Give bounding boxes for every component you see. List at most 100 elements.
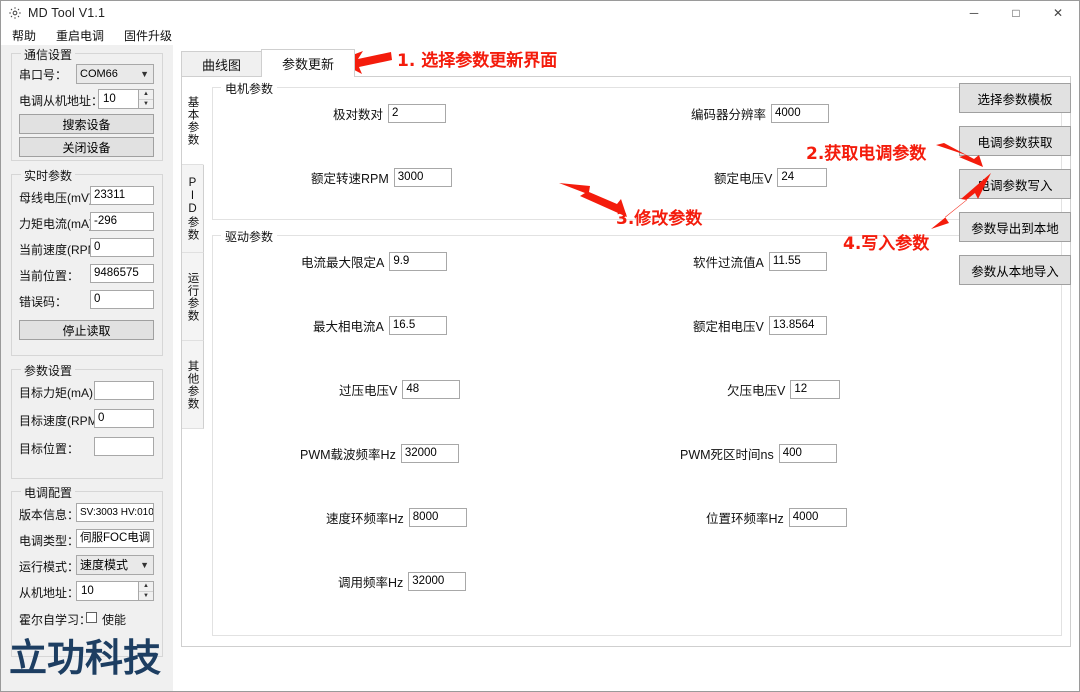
undervoltage-label: 欠压电压V <box>727 384 786 398</box>
rated-voltage-input[interactable]: 24 <box>777 168 828 187</box>
encoder-resolution-field: 编码器分辨率 4000 <box>691 104 830 123</box>
param-settings-group: 参数设置 目标力矩(mA)： 目标速度(RPM)： 0 目标位置： <box>11 362 163 479</box>
pwm-carrier-freq-input[interactable]: 32000 <box>400 444 459 463</box>
target-position-input[interactable] <box>94 437 154 456</box>
esc-address-stepper[interactable]: 10 ▲ ▼ <box>98 89 154 109</box>
title-bar: MD Tool V1.1 ─ □ ✕ <box>1 1 1079 25</box>
tab-curve-chart[interactable]: 曲线图 <box>181 51 263 77</box>
menu-item-help[interactable]: 帮助 <box>10 26 38 45</box>
motor-params-legend: 电机参数 <box>221 80 278 97</box>
esc-address-stepper-buttons[interactable]: ▲ ▼ <box>138 90 153 108</box>
current-max-limit-input[interactable]: 9.9 <box>389 252 448 271</box>
import-params-button[interactable]: 参数从本地导入 <box>959 255 1071 285</box>
max-phase-current-field: 最大相电流A 16.5 <box>313 316 447 335</box>
left-sidebar: 通信设置 串口号： COM66 ▼ 电调从机地址： 10 ▲ ▼ 搜索设备 关闭… <box>1 45 173 691</box>
search-device-button[interactable]: 搜索设备 <box>19 114 154 134</box>
hall-enable-checkbox[interactable] <box>86 612 97 623</box>
esc-address-row: 电调从机地址： <box>19 92 103 109</box>
bus-voltage-value[interactable]: 23311 <box>90 186 154 205</box>
maximize-button[interactable]: □ <box>995 1 1037 25</box>
rated-speed-field: 额定转速RPM 3000 <box>311 168 452 187</box>
rated-phase-voltage-input[interactable]: 13.8564 <box>768 316 827 335</box>
target-torque-label: 目标力矩(mA)： <box>19 386 105 400</box>
realtime-params-legend: 实时参数 <box>21 167 76 184</box>
vertical-tab-strip: 基本参数 PID参数 运行参数 其他参数 <box>182 77 204 646</box>
hall-learning-label: 霍尔自学习： <box>19 613 92 627</box>
rated-speed-label: 额定转速RPM <box>311 172 389 186</box>
param-settings-legend: 参数设置 <box>21 362 76 379</box>
main-content: 曲线图 参数更新 基本参数 PID参数 运行参数 其他参数 电机参数 极对数对 … <box>173 45 1079 691</box>
minimize-button[interactable]: ─ <box>953 1 995 25</box>
pwm-deadtime-input[interactable]: 400 <box>778 444 837 463</box>
close-button[interactable]: ✕ <box>1037 1 1079 25</box>
close-device-button[interactable]: 关闭设备 <box>19 137 154 157</box>
stepper-up-icon[interactable]: ▲ <box>139 90 153 100</box>
torque-current-value[interactable]: -296 <box>90 212 154 231</box>
software-overcurrent-label: 软件过流值A <box>693 256 764 270</box>
port-row: 串口号： <box>19 66 67 83</box>
undervoltage-input[interactable]: 12 <box>790 380 841 399</box>
menu-item-restart-esc[interactable]: 重启电调 <box>54 26 106 45</box>
menu-item-firmware-upgrade[interactable]: 固件升级 <box>122 26 174 45</box>
target-speed-input[interactable]: 0 <box>94 409 154 428</box>
position-loop-freq-field: 位置环频率Hz 4000 <box>706 508 847 527</box>
annotation-label-4: 4.写入参数 <box>843 234 930 254</box>
vtab-pid-params[interactable]: PID参数 <box>182 165 204 253</box>
vtab-run-params[interactable]: 运行参数 <box>182 253 204 341</box>
annotation-label-3: 3.修改参数 <box>616 209 703 229</box>
software-overcurrent-input[interactable]: 11.55 <box>768 252 827 271</box>
overvoltage-input[interactable]: 48 <box>402 380 461 399</box>
error-code-value[interactable]: 0 <box>90 290 154 309</box>
window-controls: ─ □ ✕ <box>953 1 1079 25</box>
position-loop-freq-input[interactable]: 4000 <box>788 508 847 527</box>
current-speed-value[interactable]: 0 <box>90 238 154 257</box>
overvoltage-label: 过压电压V <box>339 384 398 398</box>
run-mode-select[interactable]: 速度模式 ▼ <box>76 555 154 575</box>
call-freq-input[interactable]: 32000 <box>408 572 467 591</box>
max-phase-current-input[interactable]: 16.5 <box>388 316 447 335</box>
encoder-resolution-input[interactable]: 4000 <box>771 104 830 123</box>
tab-param-update[interactable]: 参数更新 <box>261 49 356 77</box>
port-select[interactable]: COM66 ▼ <box>76 64 154 84</box>
comm-settings-legend: 通信设置 <box>21 46 76 63</box>
position-loop-freq-label: 位置环频率Hz <box>706 512 784 526</box>
annotation-label-2: 2.获取电调参数 <box>806 144 927 164</box>
realtime-params-group: 实时参数 母线电压(mV)： 23311 力矩电流(mA)： -296 当前速度… <box>11 167 163 356</box>
window-title: MD Tool V1.1 <box>28 6 106 20</box>
speed-loop-freq-label: 速度环频率Hz <box>326 512 404 526</box>
pole-pairs-input[interactable]: 2 <box>388 104 447 123</box>
vtab-basic-params[interactable]: 基本参数 <box>182 77 204 165</box>
slave-address-stepper[interactable]: 10 ▲ ▼ <box>76 581 154 601</box>
software-overcurrent-field: 软件过流值A 11.55 <box>693 252 827 271</box>
speed-loop-freq-input[interactable]: 8000 <box>408 508 467 527</box>
rated-phase-voltage-label: 额定相电压V <box>693 320 764 334</box>
stepper-up-icon[interactable]: ▲ <box>139 582 153 592</box>
hall-enable-label: 使能 <box>102 613 127 627</box>
version-label: 版本信息： <box>19 508 80 522</box>
annotation-arrow-2 <box>936 143 983 167</box>
current-position-value[interactable]: 9486575 <box>90 264 154 283</box>
current-position-label: 当前位置： <box>19 269 80 283</box>
annotation-arrow-4 <box>931 173 991 229</box>
company-logo: 立功科技 <box>9 636 162 680</box>
call-freq-field: 调用频率Hz 32000 <box>338 572 467 591</box>
slave-address-stepper-buttons[interactable]: ▲ ▼ <box>138 582 153 600</box>
stepper-down-icon[interactable]: ▼ <box>139 100 153 109</box>
stop-reading-button[interactable]: 停止读取 <box>19 320 154 340</box>
stepper-down-icon[interactable]: ▼ <box>139 592 153 601</box>
pwm-deadtime-field: PWM死区时间ns 400 <box>680 444 837 463</box>
version-value: SV:3003 HV:0101 <box>76 503 154 522</box>
error-code-label: 错误码： <box>19 295 68 309</box>
pwm-deadtime-label: PWM死区时间ns <box>680 448 774 462</box>
esc-type-value: 伺服FOC电调 <box>76 529 154 548</box>
port-select-value: COM66 <box>80 68 118 80</box>
current-max-limit-field: 电流最大限定A 9.9 <box>301 252 448 271</box>
target-torque-input[interactable] <box>94 381 154 400</box>
rated-speed-input[interactable]: 3000 <box>393 168 452 187</box>
rated-voltage-label: 额定电压V <box>714 172 773 186</box>
vtab-other-params[interactable]: 其他参数 <box>182 341 204 429</box>
esc-address-label: 电调从机地址： <box>19 94 104 108</box>
comm-settings-group: 通信设置 串口号： COM66 ▼ 电调从机地址： 10 ▲ ▼ 搜索设备 关闭… <box>11 46 163 161</box>
select-param-template-button[interactable]: 选择参数模板 <box>959 83 1071 113</box>
current-max-limit-label: 电流最大限定A <box>301 256 385 270</box>
